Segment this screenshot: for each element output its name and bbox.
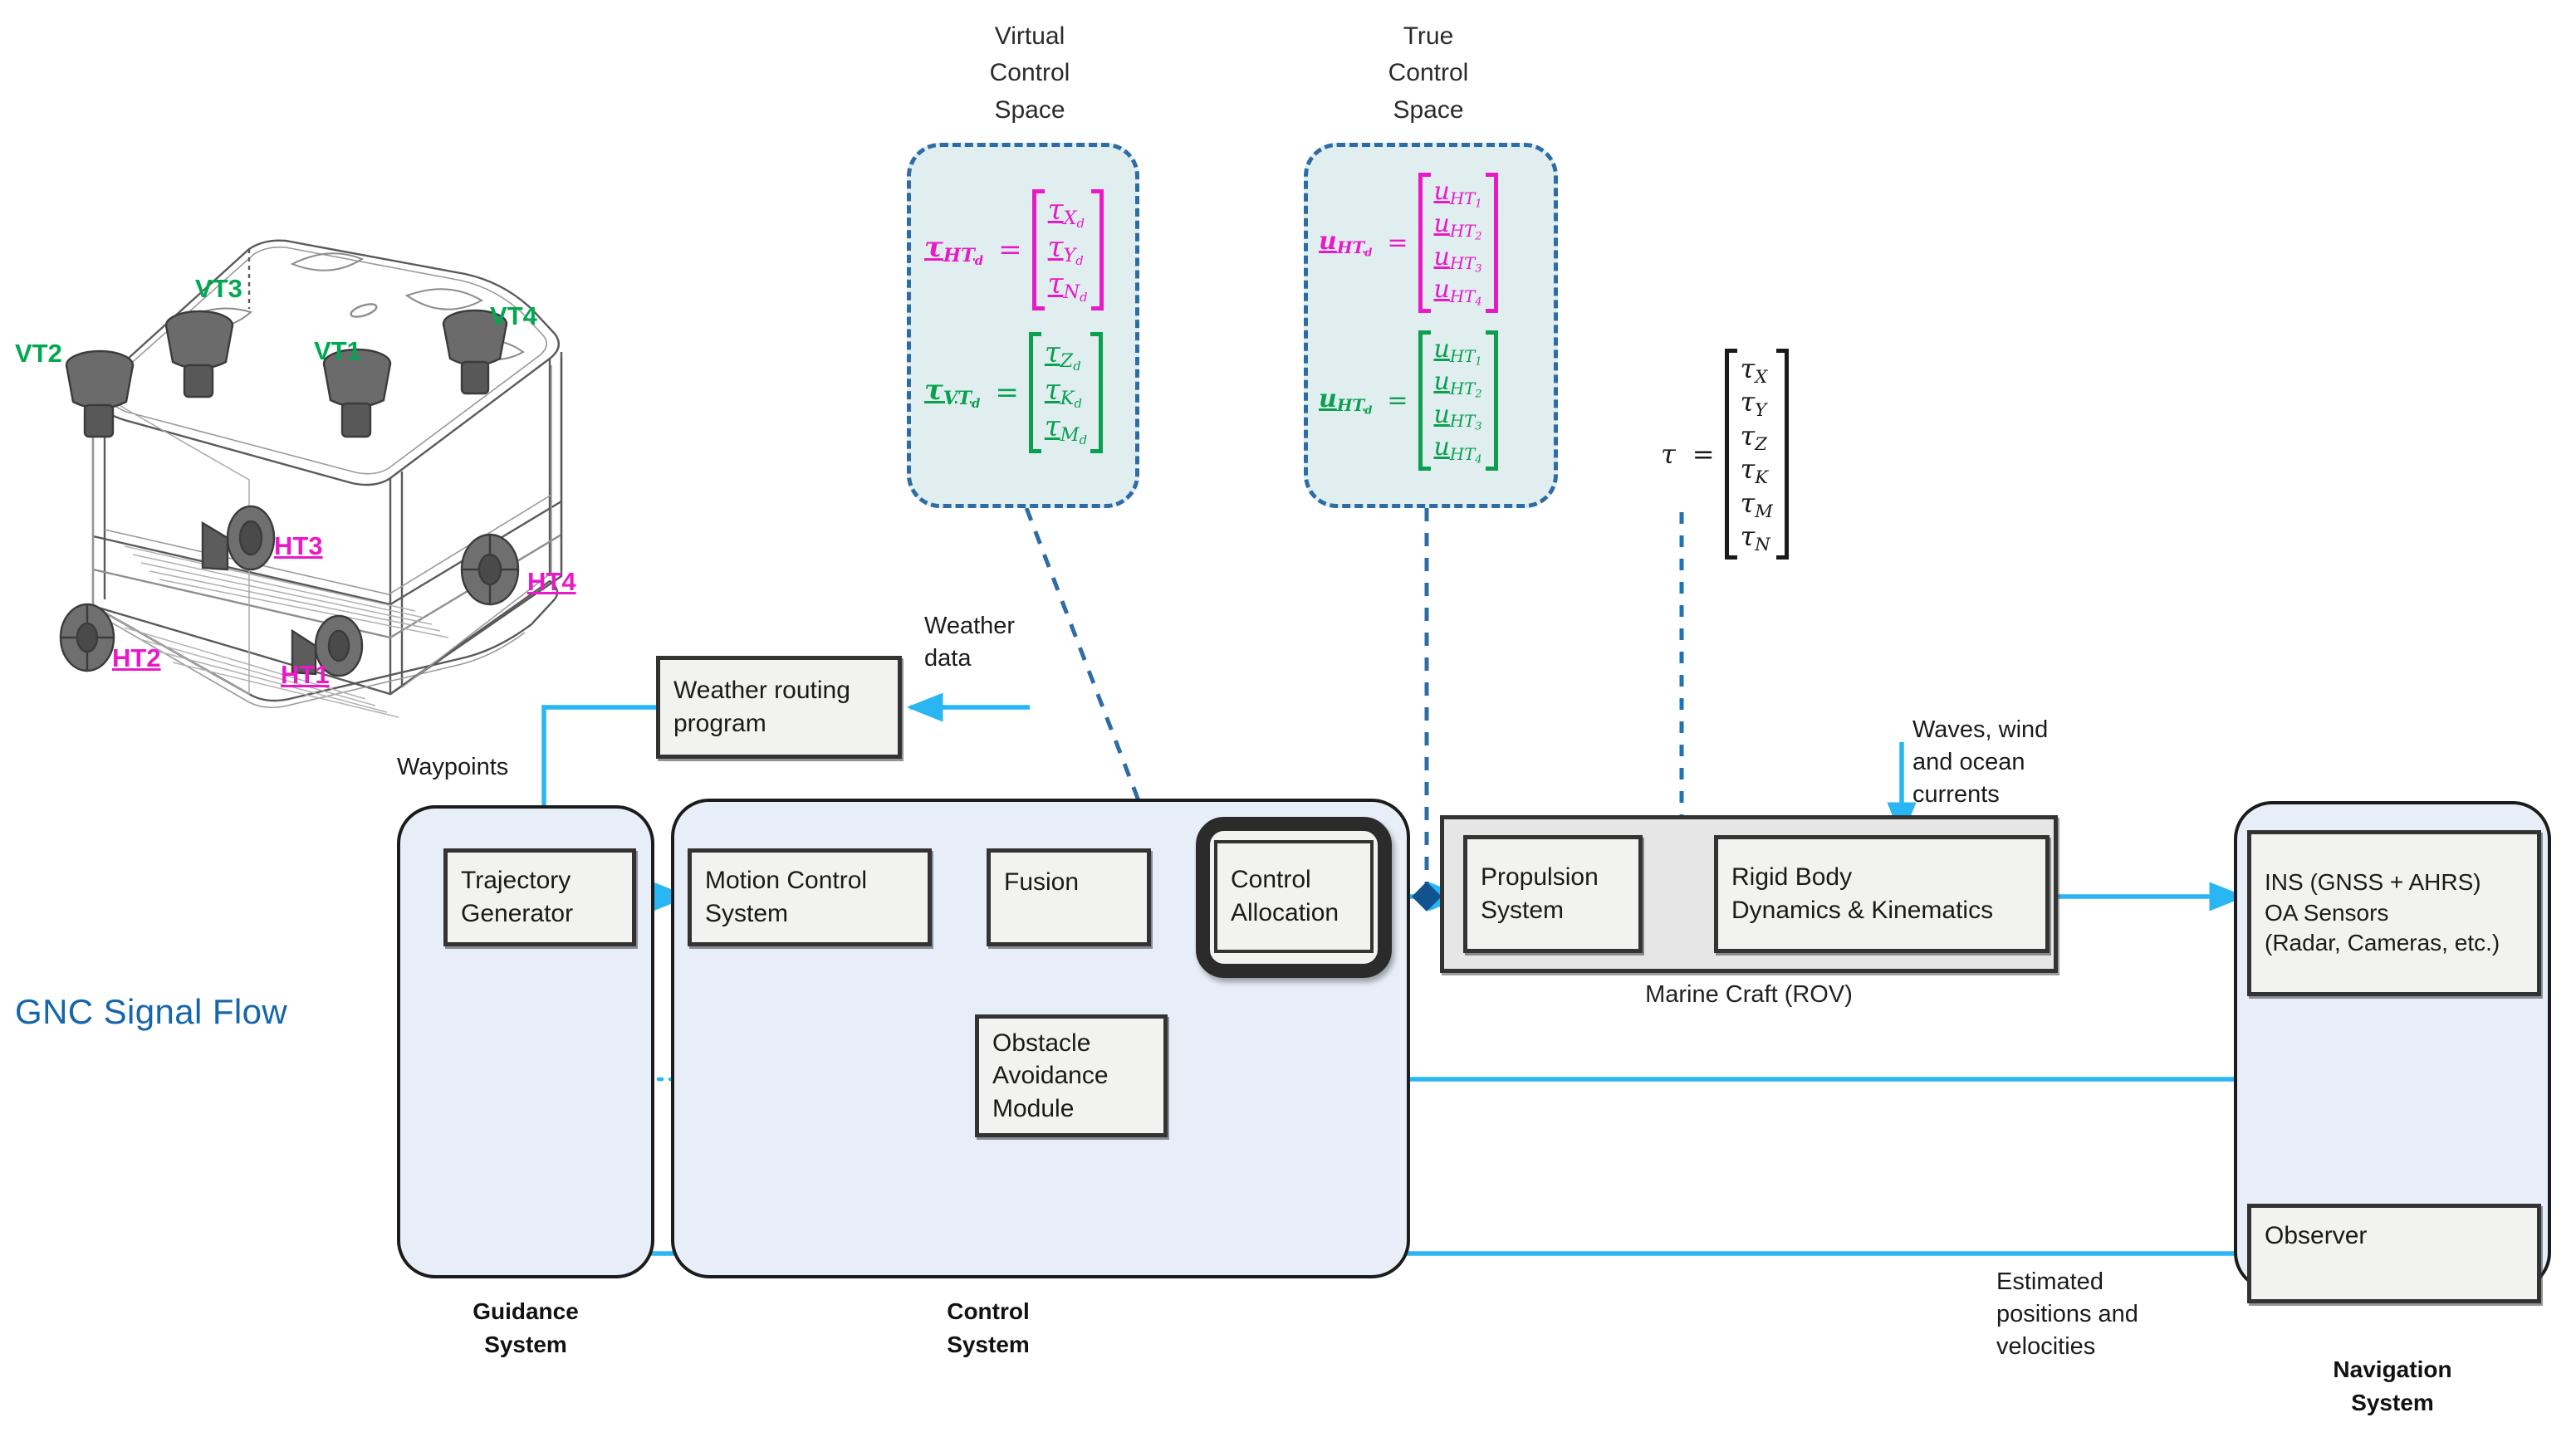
guidance-label-line2: System [484,1331,567,1357]
guidance-system-label: Guidance System [397,1295,654,1361]
thruster-label-vt1: VT1 [314,336,361,365]
tau-row-n: τN [1740,521,1770,555]
weather-data-line2: data [924,644,972,672]
navigation-system-label: Navigation System [2234,1353,2551,1420]
eq-vtau-row2: τYd [1047,230,1084,269]
oam-line3: Module [992,1094,1075,1122]
navigation-label-line2: System [2351,1389,2434,1415]
fusion-label: Fusion [1004,868,1080,896]
eq-u2-row1: uHT1 [1433,335,1482,369]
eq-u2-row2: uHT2 [1433,367,1482,401]
tcs-title-line2: Control [1388,59,1469,87]
eq-vtau-row3: τNd [1047,267,1088,305]
trajectory-generator-block[interactable]: Trajectory Generator [443,848,636,946]
weather-routing-line1: Weather routing [673,677,850,705]
eq-u1-row3: uHT3 [1433,242,1482,276]
ins-line1: INS (GNSS + AHRS) [2265,868,2481,895]
annotation-waypoints: Waypoints [397,754,509,780]
vcs-title-line1: Virtual [994,22,1065,50]
control-system-label: Control System [880,1295,1096,1361]
waves-line3: currents [1912,780,2000,808]
equation-tau-htd: τHTd = τXd τYd τNd [924,189,1104,310]
thruster-label-ht2: HT2 [112,643,161,672]
thruster-label-ht4: HT4 [527,567,576,596]
equation-u-htd-green: uHTd = uHT1 uHT2 uHT3 uHT4 [1319,330,1498,472]
propulsion-line1: Propulsion [1481,863,1599,892]
observer-block[interactable]: Observer [2247,1204,2541,1303]
eq-vtau2-row1: τZd [1044,336,1081,374]
tau-row-z: τZ [1740,419,1767,454]
propulsion-system-block[interactable]: Propulsion System [1463,835,1643,953]
weather-routing-line2: program [673,710,766,737]
trajectory-generator-line1: Trajectory [461,867,571,895]
ins-sensors-block[interactable]: INS (GNSS + AHRS) OA Sensors (Radar, Cam… [2247,830,2541,996]
eq-u1-row1: uHT1 [1433,177,1482,211]
control-allocation-block[interactable]: Control Allocation [1214,840,1374,953]
estimated-line2: positions and [1996,1300,2138,1327]
equation-tau-vector: τ = τX τY τZ τK τM τN [1661,349,1789,560]
navigation-label-line1: Navigation [2333,1356,2452,1382]
marine-craft-label: Marine Craft (ROV) [1645,981,1853,1008]
rigid-body-line2: Dynamics & Kinematics [1731,897,1994,924]
oam-line1: Obstacle [992,1029,1091,1057]
eq-vtau-row1: τXd [1047,193,1085,232]
vcs-title-line3: Space [994,95,1065,124]
weather-data-line1: Weather [924,613,1016,639]
tcs-title-line1: True [1403,22,1454,50]
eq-vtau2-row3: τMd [1044,410,1088,448]
obstacle-avoidance-module-block[interactable]: Obstacle Avoidance Module [975,1014,1168,1137]
ins-line3: (Radar, Cameras, etc.) [2265,930,2500,956]
virtual-control-space-title: Virtual Control Space [905,18,1154,129]
eq-u2-row4: uHT4 [1433,432,1482,467]
annotation-weather-data: Weather data [924,610,1015,675]
waves-line2: and ocean [1912,748,2025,775]
tcs-title-line3: Space [1393,95,1464,124]
motion-control-line2: System [705,900,789,927]
control-label-line1: Control [947,1298,1030,1324]
control-label-line2: System [947,1331,1030,1357]
eq-vtau2-row2: τKd [1044,373,1082,412]
weather-routing-program-block[interactable]: Weather routing program [656,656,902,759]
thruster-label-vt2: VT2 [15,339,62,368]
annotation-waves-wind: Waves, wind and ocean currents [1912,714,2048,811]
rigid-body-dynamics-block[interactable]: Rigid Body Dynamics & Kinematics [1714,835,2050,953]
motion-control-line1: Motion Control [705,867,868,895]
tau-row-y: τY [1740,386,1767,421]
estimated-line1: Estimated [1996,1268,2103,1295]
tau-row-m: τM [1740,486,1773,521]
control-allocation-line2: Allocation [1231,899,1339,926]
ins-line2: OA Sensors [2265,899,2389,926]
true-control-space-title: True Control Space [1304,18,1553,129]
estimated-line3: velocities [1996,1332,2096,1360]
rigid-body-line1: Rigid Body [1731,863,1853,892]
tau-row-x: τX [1740,353,1768,387]
vcs-title-line2: Control [989,59,1070,87]
eq-u1-row4: uHT4 [1433,274,1482,309]
motion-control-system-block[interactable]: Motion Control System [688,848,932,946]
thruster-label-ht1: HT1 [281,660,330,689]
rov-vertical-thrusters [65,309,508,438]
thruster-label-ht3: HT3 [274,531,323,560]
propulsion-line2: System [1481,897,1565,924]
equation-u-htd-magenta: uHTd = uHT1 uHT2 uHT3 uHT4 [1319,173,1498,314]
trajectory-generator-line2: Generator [461,900,574,927]
thruster-label-vt3: VT3 [195,274,242,303]
page-title: GNC Signal Flow [15,992,288,1031]
tau-row-k: τK [1740,453,1768,488]
equation-tau-vtd: τVTd = τZd τKd τMd [924,332,1104,453]
annotation-estimated-states: Estimated positions and velocities [1996,1266,2138,1363]
control-allocation-line1: Control [1231,866,1311,894]
eq-u2-row3: uHT3 [1433,399,1482,433]
waves-line1: Waves, wind [1912,716,2049,743]
thruster-label-vt4: VT4 [490,301,537,330]
observer-label: Observer [2265,1222,2368,1249]
oam-line2: Avoidance [992,1062,1109,1090]
fusion-block[interactable]: Fusion [987,848,1151,946]
eq-u1-row2: uHT2 [1433,209,1482,243]
guidance-label-line1: Guidance [473,1298,579,1324]
